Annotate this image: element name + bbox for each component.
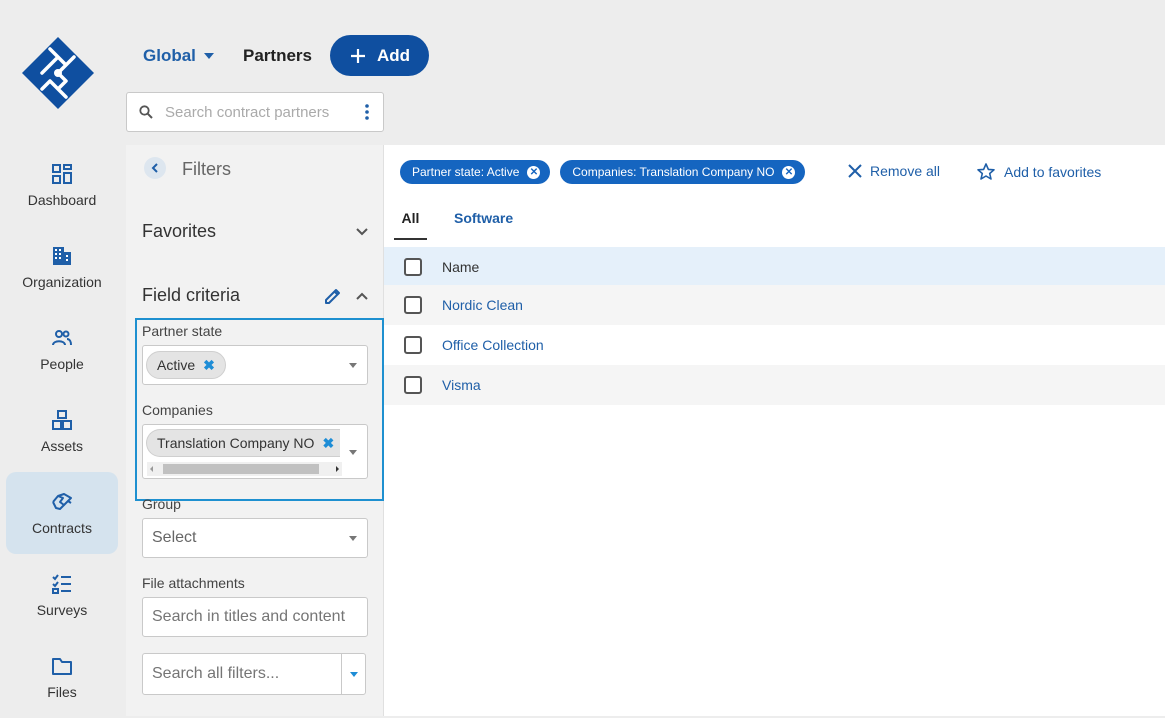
plus-icon — [350, 48, 365, 63]
nav-label: Assets — [40, 438, 83, 454]
tab-all[interactable]: All — [394, 203, 427, 240]
file-attachments-input[interactable] — [152, 608, 357, 626]
partner-link[interactable]: Visma — [442, 377, 481, 393]
add-button[interactable]: Add — [330, 35, 429, 76]
scope-selector[interactable]: Global — [143, 46, 214, 66]
filters-title: Filters — [182, 159, 231, 179]
nav-organization[interactable]: Organization — [6, 226, 118, 308]
chip-label: Active — [157, 357, 196, 373]
nav-label: Dashboard — [27, 192, 97, 208]
nav-label: Files — [47, 684, 77, 700]
chevron-up-icon[interactable] — [356, 292, 368, 300]
remove-filter-icon[interactable]: ✕ — [782, 165, 796, 179]
companies-label: Companies — [142, 402, 213, 418]
active-filter-chip[interactable]: Partner state: Active ✕ — [400, 160, 551, 184]
column-header-name[interactable]: Name — [442, 259, 479, 275]
partner-state-select[interactable]: Active ✖ — [142, 345, 368, 385]
nav-assets[interactable]: Assets — [6, 390, 118, 472]
search-input[interactable] — [165, 103, 345, 121]
search-all-filters[interactable] — [142, 653, 366, 695]
remove-all-button[interactable]: Remove all — [848, 163, 940, 179]
chevron-down-icon — [203, 53, 214, 59]
dropdown-caret-icon — [349, 535, 357, 541]
more-vertical-icon[interactable] — [365, 104, 369, 120]
folder-icon — [52, 658, 72, 675]
people-icon — [52, 330, 72, 346]
pencil-icon[interactable] — [324, 287, 342, 305]
star-icon — [977, 163, 995, 180]
dropdown-caret-icon — [349, 362, 357, 368]
page-title: Partners — [243, 46, 312, 65]
companies-select[interactable]: Translation Company NO ✖ — [142, 424, 368, 479]
row-checkbox[interactable] — [404, 376, 422, 394]
active-filter-chips: Partner state: Active ✕ Companies: Trans… — [400, 160, 806, 184]
collapse-filters-button[interactable] — [144, 157, 166, 179]
search-all-filters-input[interactable] — [152, 665, 337, 683]
nav-label: Surveys — [36, 602, 88, 618]
remove-filter-icon[interactable]: ✕ — [527, 165, 541, 179]
row-checkbox[interactable] — [404, 336, 422, 354]
nav-people[interactable]: People — [6, 308, 118, 390]
nav-label: Contracts — [32, 520, 92, 536]
partner-state-chip: Active ✖ — [146, 351, 226, 379]
dropdown-caret-icon — [349, 450, 357, 455]
chip-label: Partner state: Active — [412, 165, 520, 179]
nav-dashboard[interactable]: Dashboard — [6, 144, 118, 226]
nav-label: Organization — [22, 274, 102, 290]
table-row: Visma — [384, 365, 1165, 405]
scrollbar-thumb[interactable] — [163, 464, 319, 474]
table-header-row: Name — [384, 247, 1165, 287]
remove-chip-icon[interactable]: ✖ — [322, 435, 334, 452]
contracts-icon — [52, 493, 72, 510]
active-filter-chip[interactable]: Companies: Translation Company NO ✕ — [560, 160, 806, 184]
add-to-favorites-label: Add to favorites — [1004, 164, 1102, 180]
favorites-section-toggle[interactable]: Favorites — [142, 221, 368, 242]
row-checkbox[interactable] — [404, 296, 422, 314]
dropdown-caret-icon — [349, 671, 358, 677]
tab-software[interactable]: Software — [454, 203, 513, 240]
scroll-right-icon[interactable] — [332, 464, 342, 474]
partner-search[interactable] — [126, 92, 384, 132]
file-attachments-label: File attachments — [142, 575, 245, 591]
remove-all-label: Remove all — [870, 163, 941, 179]
nav-contracts[interactable]: Contracts — [6, 472, 118, 554]
assets-icon — [52, 410, 72, 430]
chip-label: Translation Company NO — [157, 435, 315, 451]
remove-chip-icon[interactable]: ✖ — [203, 357, 215, 374]
filter-panel: Filters Favorites Field criteria Partner… — [126, 145, 384, 716]
field-criteria-label: Field criteria — [142, 285, 241, 305]
nav-label: People — [40, 356, 84, 372]
scope-label: Global — [143, 46, 196, 65]
app-logo[interactable] — [20, 35, 96, 111]
partner-link[interactable]: Office Collection — [442, 337, 544, 353]
main-content: Partner state: Active ✕ Companies: Trans… — [384, 145, 1165, 716]
chevron-left-icon — [151, 163, 158, 173]
select-all-checkbox[interactable] — [404, 258, 422, 276]
partner-link[interactable]: Nordic Clean — [442, 297, 523, 313]
file-attachments-field[interactable] — [142, 597, 368, 637]
add-to-favorites-button[interactable]: Add to favorites — [976, 162, 1101, 182]
group-label: Group — [142, 496, 181, 512]
scroll-left-icon[interactable] — [147, 464, 157, 474]
nav-surveys[interactable]: Surveys — [6, 554, 118, 636]
partner-state-label: Partner state — [142, 323, 223, 339]
table-row: Office Collection — [384, 325, 1165, 365]
favorites-label: Favorites — [142, 221, 217, 241]
table-row: Nordic Clean — [384, 285, 1165, 325]
chip-label: Companies: Translation Company NO — [572, 165, 775, 179]
field-criteria-header: Field criteria — [142, 285, 368, 306]
companies-chip: Translation Company NO ✖ — [146, 429, 341, 457]
add-button-label: Add — [376, 45, 411, 65]
search-icon — [139, 105, 153, 119]
building-icon — [53, 247, 71, 265]
dashboard-icon — [52, 164, 72, 184]
horizontal-scrollbar[interactable] — [147, 462, 342, 476]
close-icon — [848, 164, 862, 178]
checklist-icon — [52, 574, 71, 594]
group-select[interactable]: Select — [142, 518, 368, 558]
search-all-dropdown-button[interactable] — [341, 654, 365, 694]
group-select-value: Select — [152, 529, 197, 546]
chevron-down-icon — [356, 227, 368, 235]
nav-files[interactable]: Files — [6, 636, 118, 718]
